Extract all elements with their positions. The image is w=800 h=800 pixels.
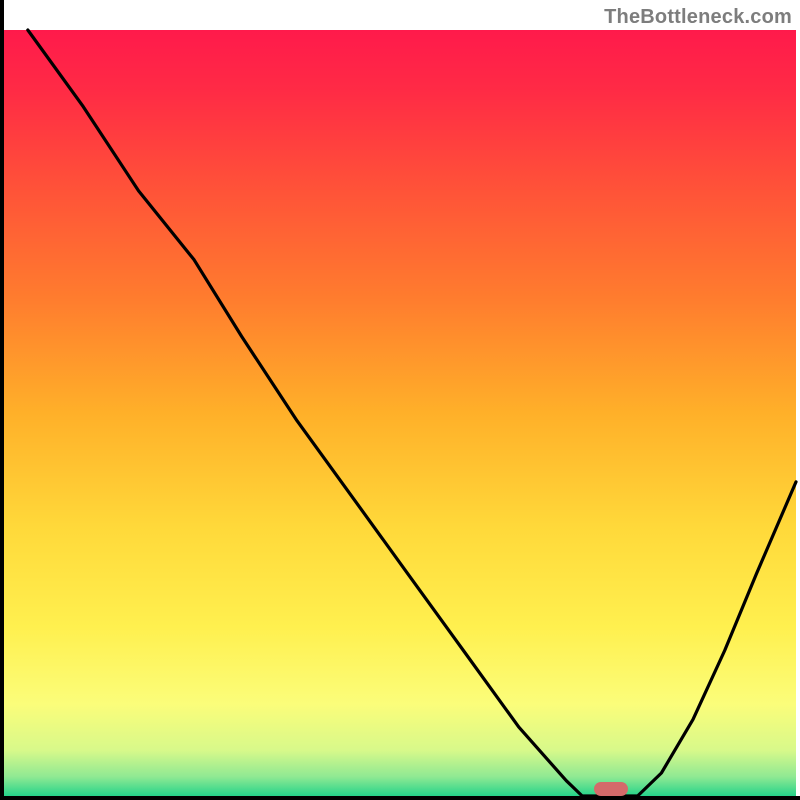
optimal-marker bbox=[594, 782, 628, 796]
bottleneck-curve bbox=[28, 30, 796, 796]
line-layer bbox=[0, 0, 800, 800]
watermark-text: TheBottleneck.com bbox=[604, 6, 792, 29]
